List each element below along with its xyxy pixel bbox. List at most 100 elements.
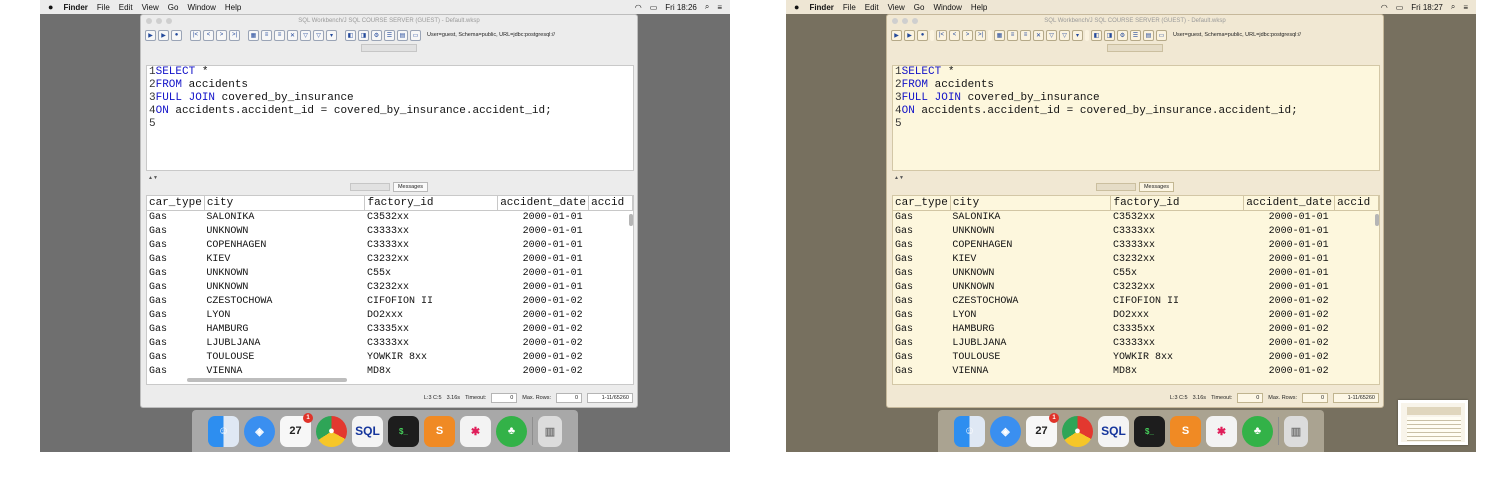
timeout-input[interactable]: 0	[491, 393, 518, 403]
safari-icon[interactable]: ◈	[244, 415, 275, 447]
funnel-icon[interactable]: ▾	[326, 29, 337, 41]
last-icon[interactable]: >|	[975, 29, 986, 41]
execute-icon[interactable]: ▶	[891, 29, 902, 41]
wifi-icon[interactable]: ◠	[1381, 3, 1388, 12]
connect-icon[interactable]: ⚙	[1117, 29, 1128, 41]
zoom-button[interactable]	[912, 18, 918, 24]
minimize-button[interactable]	[902, 18, 908, 24]
notification-center-icon[interactable]: ≡	[717, 3, 722, 12]
column-header[interactable]: car_type	[147, 196, 205, 211]
finder-icon[interactable]: ☺	[208, 415, 239, 447]
messages-tab[interactable]: Messages	[392, 182, 429, 192]
calendar-icon[interactable]: 27 1	[1026, 412, 1059, 447]
delete-row-icon[interactable]: ✕	[1033, 29, 1044, 41]
menu-finder[interactable]: Finder	[63, 3, 87, 12]
sublime-text-icon[interactable]: S	[424, 415, 455, 447]
table-row[interactable]: Gas COPENHAGEN C3333xx 2000-01-01	[147, 238, 633, 252]
result-grid[interactable]: car_type city factory_id accident_date a…	[146, 195, 634, 385]
column-header[interactable]: accident_date	[1243, 196, 1336, 211]
spotlight-icon[interactable]: ⌕	[1451, 2, 1455, 12]
evernote-icon[interactable]: ♣	[496, 415, 527, 447]
table-row[interactable]: Gas VIENNA MD8x 2000-01-02	[893, 364, 1379, 378]
table-row[interactable]: Gas LJUBLJANA C3333xx 2000-01-02	[893, 336, 1379, 350]
connect-icon[interactable]: ⚙	[371, 29, 382, 41]
column-header[interactable]: car_type	[893, 196, 951, 211]
window-titlebar[interactable]: SQL Workbench/J SQL COURSE SERVER (GUEST…	[141, 15, 637, 28]
editor-tab[interactable]	[1107, 43, 1163, 52]
apple-icon[interactable]: ●	[48, 2, 53, 12]
notification-center-icon[interactable]: ≡	[1463, 3, 1468, 12]
slack-icon[interactable]: ✱	[1206, 415, 1237, 447]
messages-tab[interactable]: Messages	[1138, 182, 1175, 192]
finder-icon[interactable]: ☺	[954, 415, 985, 447]
menu-go[interactable]: Go	[168, 3, 179, 12]
table-row[interactable]: Gas CZESTOCHOWA CIFOFION II 2000-01-02	[893, 294, 1379, 308]
filter-icon[interactable]: ▽	[1046, 29, 1057, 41]
clock[interactable]: Fri 18:27	[1411, 3, 1443, 12]
slack-icon[interactable]: ✱	[460, 415, 491, 447]
vertical-scrollbar[interactable]	[629, 214, 633, 226]
grid-icon[interactable]: ▦	[994, 29, 1005, 41]
battery-icon[interactable]: ▭	[1396, 3, 1404, 12]
chrome-icon[interactable]: ●	[316, 415, 347, 447]
funnel-icon[interactable]: ▾	[1072, 29, 1083, 41]
table-row[interactable]: Gas LYON DO2xxx 2000-01-02	[893, 308, 1379, 322]
table-row[interactable]: Gas SALONIKA C3532xx 2000-01-01	[147, 210, 633, 224]
commit-icon[interactable]: ◧	[1091, 29, 1102, 41]
max-rows-input[interactable]: 0	[1302, 393, 1328, 403]
safari-icon[interactable]: ◈	[990, 415, 1021, 447]
execute-icon[interactable]: ▶	[145, 29, 156, 41]
spotlight-icon[interactable]: ⌕	[705, 2, 709, 12]
filter-menu-icon[interactable]: ▽	[1059, 29, 1070, 41]
layout-icon[interactable]: ▭	[410, 29, 421, 41]
trash-icon[interactable]: ▥	[538, 415, 562, 447]
horizontal-scrollbar[interactable]	[187, 378, 347, 382]
last-icon[interactable]: >|	[229, 29, 240, 41]
panel-icon[interactable]: ▤	[397, 29, 408, 41]
window-titlebar[interactable]: SQL Workbench/J SQL COURSE SERVER (GUEST…	[887, 15, 1383, 28]
first-icon[interactable]: |<	[936, 29, 947, 41]
vertical-scrollbar[interactable]	[1375, 214, 1379, 226]
menu-window[interactable]: Window	[933, 3, 961, 12]
table-row[interactable]: Gas TOULOUSE YOWKIR 8xx 2000-01-02	[147, 350, 633, 364]
next-icon[interactable]: >	[962, 29, 973, 41]
close-button[interactable]	[892, 18, 898, 24]
menu-file[interactable]: File	[97, 3, 110, 12]
timeout-input[interactable]: 0	[1237, 393, 1264, 403]
table-row[interactable]: Gas LJUBLJANA C3333xx 2000-01-02	[147, 336, 633, 350]
table-row[interactable]: Gas HAMBURG C3335xx 2000-01-02	[147, 322, 633, 336]
previous-icon[interactable]: <	[949, 29, 960, 41]
table-row[interactable]: Gas VIENNA MD8x 2000-01-02	[147, 364, 633, 378]
panel-icon[interactable]: ▤	[1143, 29, 1154, 41]
copy-row-icon[interactable]: ≡	[1020, 29, 1031, 41]
sublime-text-icon[interactable]: S	[1170, 415, 1201, 447]
result-tab[interactable]	[349, 183, 390, 191]
delete-row-icon[interactable]: ✕	[287, 29, 298, 41]
table-row[interactable]: Gas UNKNOWN C3333xx 2000-01-01	[147, 224, 633, 238]
wifi-icon[interactable]: ◠	[635, 3, 642, 12]
menu-edit[interactable]: Edit	[119, 3, 133, 12]
screenshot-thumbnail[interactable]	[1398, 400, 1468, 445]
execute-all-icon[interactable]: ▶	[158, 29, 169, 41]
editor-tab[interactable]	[361, 43, 417, 52]
sql-editor[interactable]: 1SELECT * 2FROM accidents 3FULL JOIN cov…	[892, 65, 1380, 171]
column-header[interactable]: factory_id	[1110, 196, 1245, 211]
menu-window[interactable]: Window	[187, 3, 215, 12]
clock[interactable]: Fri 18:26	[665, 3, 697, 12]
apple-icon[interactable]: ●	[794, 2, 799, 12]
table-row[interactable]: Gas UNKNOWN C3232xx 2000-01-01	[893, 280, 1379, 294]
table-row[interactable]: Gas UNKNOWN C3232xx 2000-01-01	[147, 280, 633, 294]
database-explorer-icon[interactable]: ☰	[384, 29, 395, 41]
zoom-button[interactable]	[166, 18, 172, 24]
previous-icon[interactable]: <	[203, 29, 214, 41]
menu-view[interactable]: View	[142, 3, 159, 12]
table-row[interactable]: Gas UNKNOWN C55x 2000-01-01	[893, 266, 1379, 280]
table-row[interactable]: Gas UNKNOWN C55x 2000-01-01	[147, 266, 633, 280]
sql-workbench-icon[interactable]: SQL	[352, 415, 383, 447]
menu-finder[interactable]: Finder	[809, 3, 833, 12]
table-row[interactable]: Gas TOULOUSE YOWKIR 8xx 2000-01-02	[893, 350, 1379, 364]
column-header[interactable]: accident_date	[497, 196, 590, 211]
minimize-button[interactable]	[156, 18, 162, 24]
column-header[interactable]: accid	[1334, 196, 1379, 211]
execute-all-icon[interactable]: ▶	[904, 29, 915, 41]
